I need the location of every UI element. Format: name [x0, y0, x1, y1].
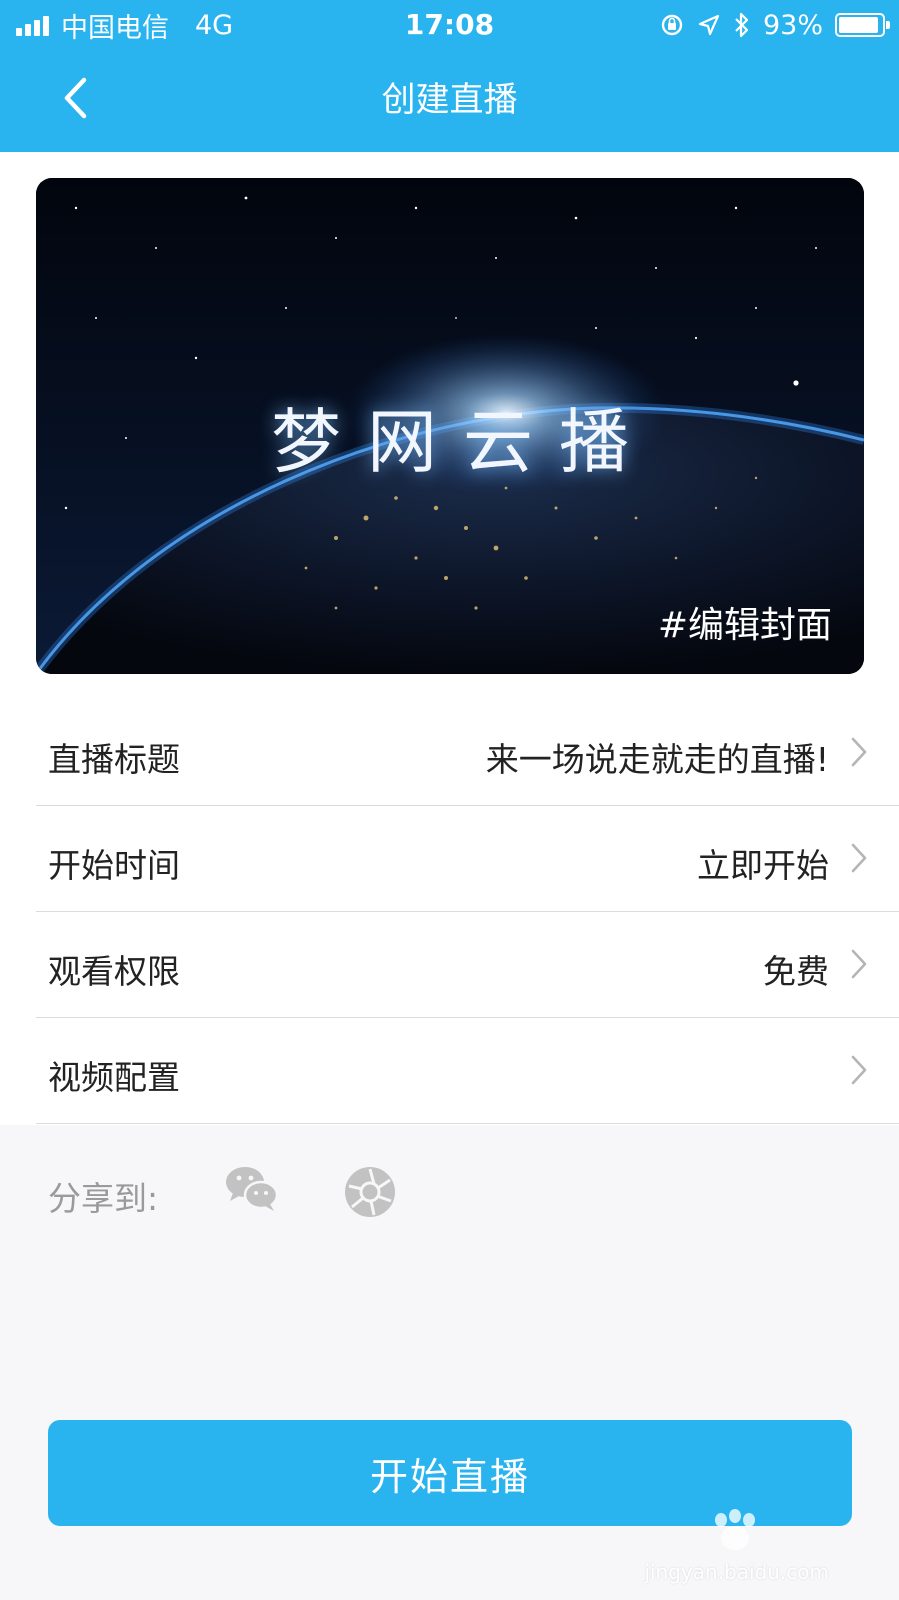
settings-row-permission[interactable]: 观看权限 免费 — [36, 912, 899, 1018]
battery-icon — [835, 13, 890, 37]
moments-icon[interactable] — [344, 1166, 396, 1218]
bluetooth-icon — [735, 12, 749, 38]
location-icon — [698, 14, 720, 36]
row-value: 来一场说走就走的直播! — [485, 740, 829, 779]
row-label: 直播标题 — [48, 740, 180, 779]
cover-title: 梦网云播 — [271, 401, 655, 483]
settings-row-video-config[interactable]: 视频配置 — [36, 1018, 899, 1124]
watermark-text: jingyan.baidu.com — [644, 1560, 829, 1584]
chevron-right-icon — [851, 737, 867, 767]
orientation-lock-icon — [661, 14, 683, 36]
row-label: 视频配置 — [48, 1058, 180, 1097]
row-value: 免费 — [763, 952, 829, 991]
battery-percent: 93% — [762, 9, 823, 41]
wechat-icon[interactable] — [224, 1163, 280, 1213]
chevron-right-icon — [851, 1055, 867, 1085]
row-label: 开始时间 — [48, 846, 180, 885]
share-label: 分享到: — [48, 1179, 159, 1218]
settings-row-title[interactable]: 直播标题 来一场说走就走的直播! — [36, 700, 899, 806]
settings-row-start-time[interactable]: 开始时间 立即开始 — [36, 806, 899, 912]
row-value: 立即开始 — [697, 846, 829, 885]
baidu-jingyan-watermark — [715, 1509, 755, 1550]
page-title: 创建直播 — [381, 80, 518, 120]
cover-image[interactable]: 梦网云播 #编辑封面 — [36, 178, 864, 674]
status-bar: 中国电信 4G 17:08 93% — [0, 0, 899, 50]
row-label: 观看权限 — [48, 952, 180, 991]
chevron-right-icon — [851, 843, 867, 873]
chevron-right-icon — [851, 949, 867, 979]
header: 中国电信 4G 17:08 93% 创建直播 — [0, 0, 899, 152]
edit-cover-link[interactable]: #编辑封面 — [658, 596, 832, 648]
settings-list: 直播标题 来一场说走就走的直播! 开始时间 立即开始 观看权限 免费 视频配置 — [36, 700, 899, 1124]
status-right: 93% — [659, 8, 890, 42]
nav-bar: 创建直播 — [0, 50, 899, 152]
